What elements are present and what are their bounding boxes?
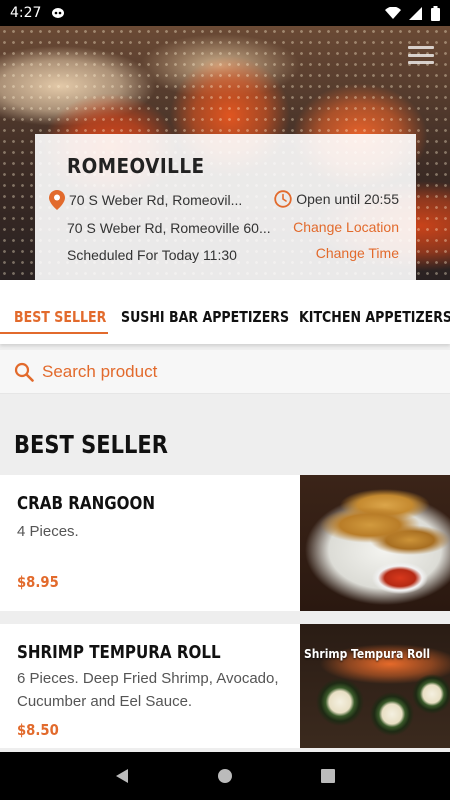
back-button[interactable]	[102, 756, 142, 796]
recents-icon	[321, 769, 336, 783]
product-name: SHRIMP TEMPURA ROLL	[17, 642, 221, 663]
product-image[interactable]: Shrimp Tempura Roll	[300, 624, 450, 748]
search-placeholder: Search product	[42, 361, 158, 381]
section-title: BEST SELLER	[14, 430, 168, 459]
open-until-text: Open until 20:55	[296, 191, 399, 207]
scheduled-time: Scheduled For Today 11:30	[67, 247, 237, 263]
wifi-icon	[385, 6, 401, 19]
notification-icon	[52, 8, 65, 18]
store-address-row: 70 S Weber Rd, Romeovil...	[49, 190, 242, 210]
store-address-line2: 70 S Weber Rd, Romeoville 60...	[67, 220, 271, 236]
status-bar: 4:27	[0, 0, 450, 26]
product-image[interactable]	[300, 475, 450, 611]
product-price: $8.95	[17, 573, 59, 591]
store-info-card: ROMEOVILLE 70 S Weber Rd, Romeovil... 70…	[35, 134, 416, 280]
product-item-crab-rangoon[interactable]: CRAB RANGOON 4 Pieces. $8.95	[0, 475, 450, 611]
product-image-caption: Shrimp Tempura Roll	[304, 646, 431, 661]
product-description: 6 Pieces. Deep Fried Shrimp, Avocado, Cu…	[17, 670, 279, 710]
product-description: 4 Pieces.	[17, 523, 79, 540]
hamburger-menu-icon[interactable]	[408, 46, 434, 64]
product-item-shrimp-tempura-roll[interactable]: SHRIMP TEMPURA ROLL 6 Pieces. Deep Fried…	[0, 624, 450, 748]
product-price: $8.50	[17, 721, 59, 739]
home-button[interactable]	[205, 756, 245, 796]
system-navigation-bar	[0, 752, 450, 800]
recents-button[interactable]	[308, 756, 348, 796]
tab-sushi-bar-appetizers[interactable]: SUSHI BAR APPETIZERS	[121, 308, 289, 326]
battery-icon	[431, 5, 440, 21]
clock-icon	[274, 190, 292, 208]
category-tabs: BEST SELLER SUSHI BAR APPETIZERS KITCHEN…	[0, 280, 450, 344]
store-name: ROMEOVILLE	[67, 154, 205, 178]
product-name: CRAB RANGOON	[17, 493, 156, 514]
store-address-line1: 70 S Weber Rd, Romeovil...	[69, 192, 243, 208]
location-pin-icon	[49, 190, 65, 210]
search-icon	[14, 362, 34, 382]
back-icon	[115, 769, 128, 783]
status-time: 4:27	[10, 5, 42, 21]
active-tab-indicator	[0, 332, 108, 334]
opening-hours-row: Open until 20:55	[274, 190, 399, 208]
home-icon	[217, 769, 232, 783]
change-time-link[interactable]: Change Time	[316, 245, 399, 261]
tab-kitchen-appetizers[interactable]: KITCHEN APPETIZERS	[299, 308, 450, 326]
tab-best-seller[interactable]: BEST SELLER	[14, 308, 106, 326]
search-input[interactable]: Search product	[0, 350, 450, 394]
hero-banner: ROMEOVILLE 70 S Weber Rd, Romeovil... 70…	[0, 26, 450, 280]
change-location-link[interactable]: Change Location	[293, 219, 399, 235]
signal-icon	[409, 6, 422, 20]
